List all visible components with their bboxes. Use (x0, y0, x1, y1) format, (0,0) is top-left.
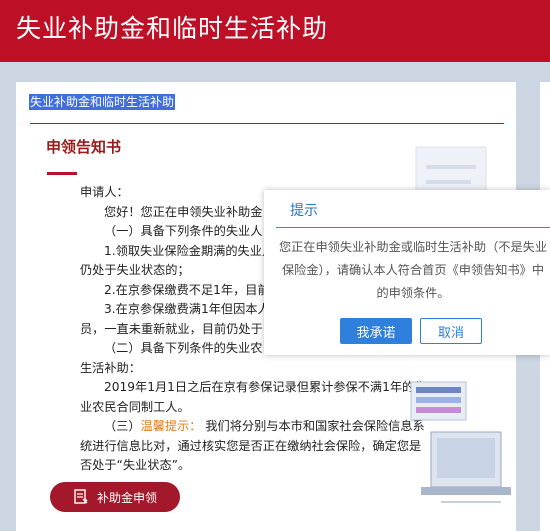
confirm-dialog: 提示 您正在申领失业补助金或临时生活补助（不是失业保险金），请确认本人符合首页《… (264, 190, 550, 355)
page-header: 失业补助金和临时生活补助 (0, 0, 550, 62)
tip-prefix: （三） (104, 419, 141, 433)
apply-subsidy-label: 补助金申领 (96, 490, 157, 505)
dialog-divider (276, 227, 550, 228)
section-title: 申领告知书 (46, 138, 122, 156)
confirm-button[interactable]: 我承诺 (340, 318, 412, 344)
cancel-button[interactable]: 取消 (420, 318, 482, 344)
decor-illustration-computer (410, 381, 511, 503)
section-underline (47, 172, 77, 175)
breadcrumb[interactable]: 失业补助金和临时生活补助 (29, 94, 176, 110)
page-title: 失业补助金和临时生活补助 (16, 14, 329, 43)
apply-subsidy-button[interactable]: 补助金申领 (50, 482, 180, 512)
divider (30, 123, 504, 124)
dialog-message: 您正在申领失业补助金或临时生活补助（不是失业保险金），请确认本人符合首页《申领告… (278, 240, 548, 300)
tip-label: 温馨提示： (140, 419, 202, 433)
form-icon (74, 489, 88, 504)
tip-text: 我们将分别与本市和国家社会保险信息系 (205, 419, 425, 433)
dialog-title: 提示 (290, 203, 318, 219)
